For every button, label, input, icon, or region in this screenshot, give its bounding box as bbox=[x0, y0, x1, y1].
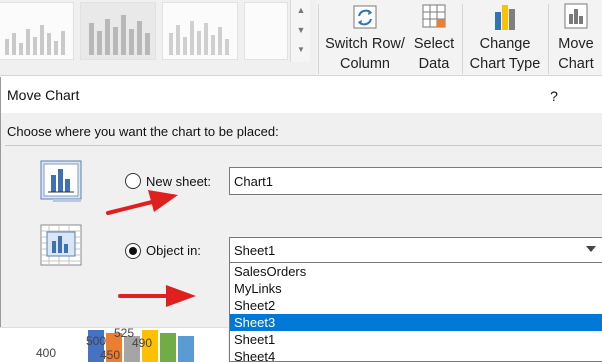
chart-style-thumbnail[interactable] bbox=[80, 2, 156, 60]
new-sheet-name-input[interactable]: Chart1 bbox=[229, 167, 602, 195]
axis-tick-label: 400 bbox=[36, 346, 57, 360]
sheet-option[interactable]: MyLinks bbox=[230, 280, 602, 297]
chart-bar bbox=[178, 336, 194, 362]
select-data-button[interactable]: Select Data bbox=[408, 0, 460, 75]
chart-style-thumbnail[interactable] bbox=[0, 2, 74, 60]
chart-style-preview-icon bbox=[5, 25, 65, 55]
move-chart-button[interactable]: Move Chart bbox=[550, 0, 602, 75]
dialog-title: Move Chart bbox=[7, 87, 80, 103]
select-data-icon bbox=[422, 4, 446, 28]
sheet-option[interactable]: Sheet3 bbox=[230, 314, 602, 331]
chart-style-preview-icon bbox=[169, 21, 229, 55]
chart-style-thumbnail[interactable] bbox=[162, 2, 238, 60]
move-chart-icon bbox=[564, 3, 588, 29]
ribbon-separator bbox=[548, 4, 549, 74]
scroll-up-icon[interactable]: ▲ bbox=[291, 0, 311, 20]
scroll-down-icon[interactable]: ▼ bbox=[291, 20, 311, 40]
object-in-radio[interactable] bbox=[125, 243, 141, 259]
sheet-option[interactable]: SalesOrders bbox=[230, 263, 602, 280]
help-icon[interactable]: ? bbox=[541, 83, 567, 109]
sheet-dropdown-list[interactable]: SalesOrders MyLinks Sheet2 Sheet3 Sheet1 Shee… bbox=[229, 263, 602, 362]
sheet-option[interactable]: Sheet4 bbox=[230, 348, 602, 361]
new-sheet-radio[interactable] bbox=[125, 173, 141, 189]
ribbon-separator bbox=[318, 4, 319, 74]
change-chart-type-button[interactable]: Change Chart Type bbox=[464, 0, 546, 75]
object-in-select[interactable]: Sheet1 bbox=[229, 237, 602, 263]
move-chart-dialog: Move Chart ? Choose where you want the c… bbox=[0, 77, 602, 362]
gallery-scroll[interactable]: ▲ ▼ ▼ bbox=[290, 0, 310, 62]
chevron-down-icon[interactable] bbox=[586, 246, 596, 252]
embedded-chart-icon bbox=[40, 224, 82, 266]
data-label: 490 bbox=[132, 336, 153, 350]
ribbon-separator bbox=[462, 4, 463, 74]
chart-sheet-icon bbox=[40, 160, 82, 202]
gallery-more-icon[interactable]: ▼ bbox=[291, 40, 311, 60]
chart-bar bbox=[160, 333, 176, 362]
sheet-option[interactable]: Sheet1 bbox=[230, 331, 602, 348]
ribbon: ▲ ▼ ▼ Switch Row/ Column Select Data Cha… bbox=[0, 0, 602, 76]
switch-row-column-button[interactable]: Switch Row/ Column bbox=[320, 0, 410, 75]
instruction-text: Choose where you want the chart to be pl… bbox=[7, 124, 279, 139]
chart-style-thumbnail[interactable] bbox=[244, 2, 288, 60]
data-label: 450 bbox=[100, 348, 121, 362]
object-in-label[interactable]: Object in: bbox=[146, 243, 201, 258]
select-data-label: Select Data bbox=[413, 36, 455, 72]
change-chart-type-label: Change Chart Type bbox=[469, 36, 541, 72]
data-label: 500 bbox=[86, 334, 107, 348]
sheet-option[interactable]: Sheet2 bbox=[230, 297, 602, 314]
section-divider bbox=[5, 145, 602, 146]
dialog-titlebar[interactable]: Move Chart ? bbox=[1, 77, 602, 113]
new-sheet-label[interactable]: New sheet: bbox=[146, 174, 211, 189]
change-chart-type-icon bbox=[495, 5, 515, 30]
switch-row-column-icon bbox=[353, 5, 377, 29]
move-chart-label: Move Chart bbox=[558, 36, 594, 72]
switch-row-column-label: Switch Row/ Column bbox=[325, 36, 405, 72]
chart-background: 400 500 525 490 450 bbox=[0, 327, 228, 362]
chart-style-preview-icon bbox=[89, 15, 150, 55]
chart-styles-gallery: ▲ ▼ ▼ bbox=[0, 0, 316, 75]
